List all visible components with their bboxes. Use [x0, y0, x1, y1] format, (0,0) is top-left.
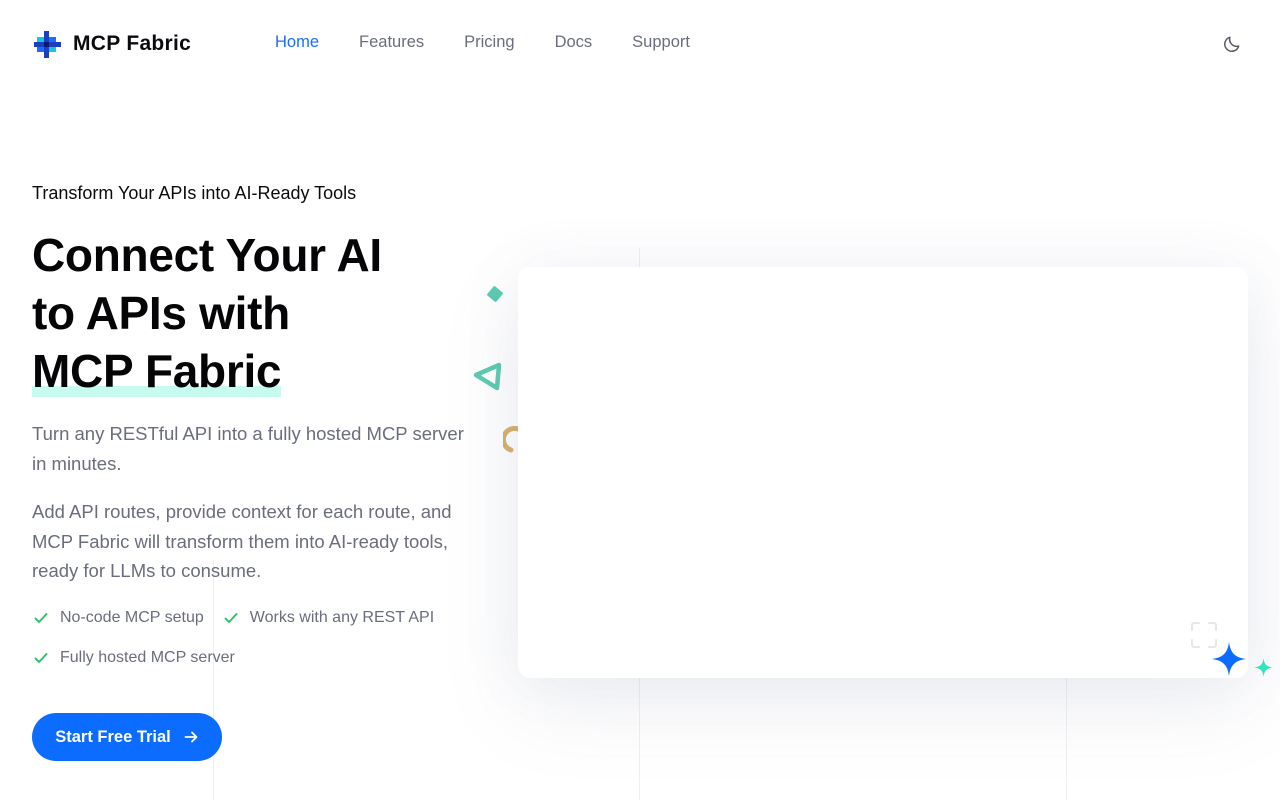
nav-docs[interactable]: Docs	[555, 33, 593, 52]
nav-features[interactable]: Features	[359, 33, 424, 52]
hero-eyebrow: Transform Your APIs into AI-Ready Tools	[32, 183, 357, 203]
hero-paragraph-1: Turn any RESTful API into a fully hosted…	[32, 423, 464, 474]
main-nav: Home Features Pricing Docs Support	[275, 33, 690, 52]
feature-item: Fully hosted MCP server	[32, 646, 235, 670]
hero-paragraph-2: Add API routes, provide context for each…	[32, 501, 452, 581]
sparkle-small-icon	[1254, 658, 1273, 677]
triangle-icon	[473, 362, 502, 391]
diamond-icon	[487, 286, 503, 302]
check-icon	[222, 609, 240, 627]
check-icon	[32, 609, 50, 627]
moon-icon	[1224, 36, 1240, 52]
sparkle-icon	[1212, 642, 1246, 676]
feature-label: Works with any REST API	[249, 609, 435, 626]
brand-name: MCP Fabric	[73, 32, 192, 55]
logo[interactable]: MCP Fabric	[34, 30, 191, 58]
site-header: MCP Fabric Home Features Pricing Docs Su…	[0, 0, 1280, 88]
headline-brand: MCP Fabric	[32, 345, 282, 397]
nav-home[interactable]: Home	[275, 33, 319, 52]
nav-pricing[interactable]: Pricing	[464, 33, 514, 52]
feature-item: Works with any REST API	[222, 606, 434, 630]
headline-line-2: to APIs with	[32, 287, 290, 339]
cta-label: Start Free Trial	[55, 727, 171, 746]
theme-toggle-button[interactable]	[1220, 32, 1244, 56]
logo-icon	[34, 30, 61, 58]
grid-line	[213, 560, 214, 800]
start-free-trial-button[interactable]: Start Free Trial	[32, 713, 222, 761]
page: MCP Fabric Home Features Pricing Docs Su…	[0, 0, 1280, 800]
nav-support[interactable]: Support	[632, 33, 690, 52]
illustration-card	[518, 267, 1248, 678]
arrow-right-icon	[184, 731, 198, 743]
feature-label: Fully hosted MCP server	[60, 649, 235, 666]
feature-label: No-code MCP setup	[60, 609, 204, 626]
feature-list: No-code MCP setup Works with any REST AP…	[32, 606, 472, 670]
feature-item: No-code MCP setup	[32, 606, 204, 630]
check-icon	[32, 649, 50, 667]
hero-headline: Connect Your AI to APIs with MCP Fabric	[32, 226, 472, 400]
headline-line-1: Connect Your AI	[32, 229, 382, 281]
